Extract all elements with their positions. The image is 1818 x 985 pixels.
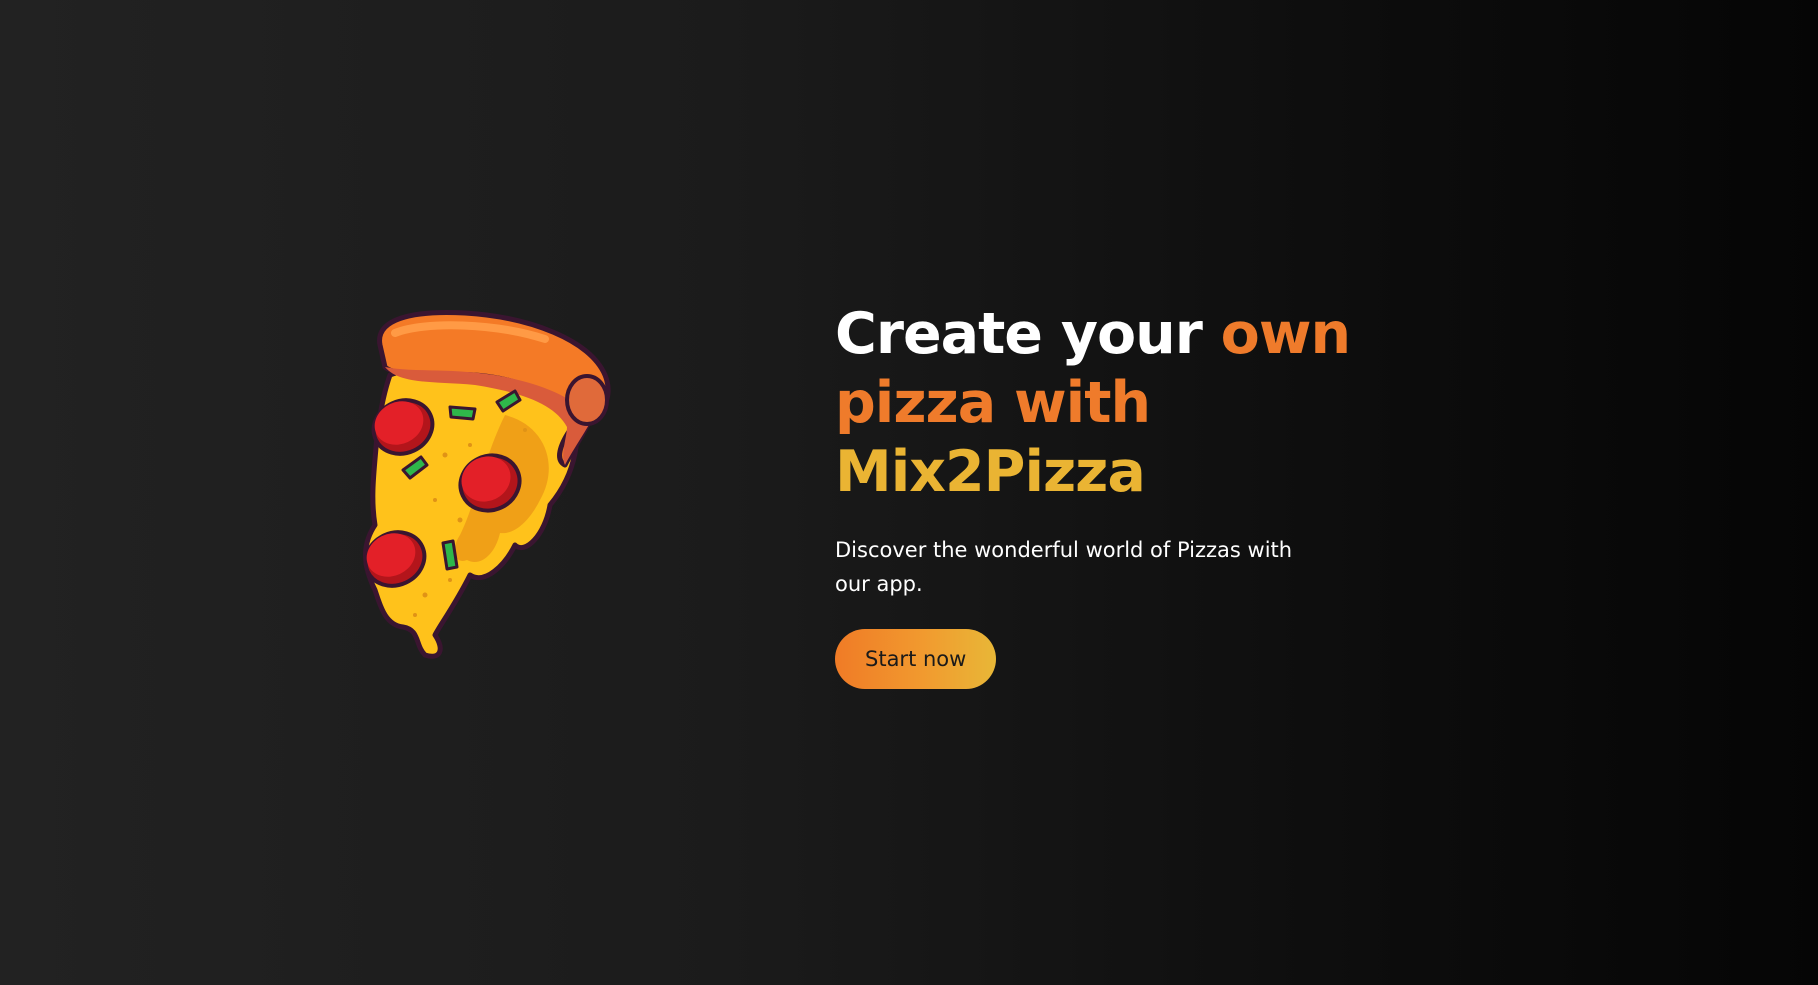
pizza-slice-illustration	[363, 310, 611, 659]
hero-section: Create your own pizza with Mix2Pizza Disc…	[0, 0, 1818, 985]
title-part-white: Create your	[835, 301, 1221, 367]
hero-title: Create your own pizza with Mix2Pizza	[835, 300, 1355, 507]
hero-text-block: Create your own pizza with Mix2Pizza Disc…	[835, 300, 1355, 689]
hero-subtitle: Discover the wonderful world of Pizzas w…	[835, 538, 1293, 596]
start-now-button[interactable]: Start now	[835, 629, 997, 689]
title-part-brand: Mix2Pizza	[835, 439, 1146, 505]
